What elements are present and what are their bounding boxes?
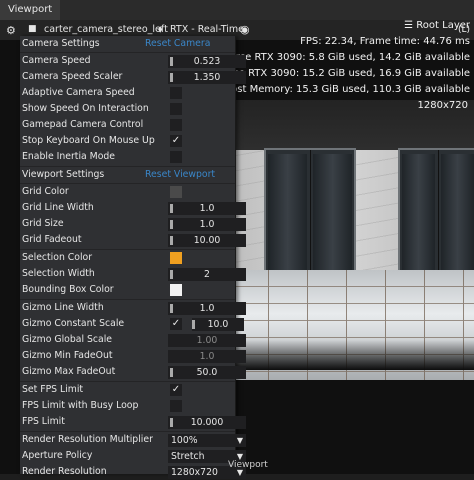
slider-handle[interactable] bbox=[170, 236, 173, 245]
inertia-mode-checkbox[interactable] bbox=[170, 151, 182, 163]
grid-fadeout-slider[interactable]: 10.00 bbox=[168, 234, 246, 247]
root-layer-sub: (L) bbox=[457, 25, 470, 35]
slider-handle[interactable] bbox=[170, 57, 173, 66]
slider-handle[interactable] bbox=[192, 320, 195, 329]
slider-handle[interactable] bbox=[170, 220, 173, 229]
gamepad-camera-row: Gamepad Camera Control bbox=[20, 117, 235, 133]
render-resolution-value: 1280x720 bbox=[171, 467, 218, 478]
gizmo-constant-scale-slider[interactable]: 10.0 bbox=[192, 318, 244, 331]
adaptive-camera-speed-checkbox[interactable] bbox=[170, 87, 182, 99]
selection-width-slider[interactable]: 2 bbox=[168, 268, 246, 281]
viewport-settings-header: Viewport Settings Reset Viewport bbox=[22, 169, 216, 180]
inertia-mode-row: Enable Inertia Mode bbox=[20, 149, 235, 165]
viewport-settings-panel: Camera Settings Reset Camera Camera Spee… bbox=[20, 36, 246, 479]
fps-busy-loop-checkbox[interactable] bbox=[170, 400, 182, 412]
gizmo-constant-scale-checkbox[interactable]: ✓ bbox=[170, 318, 182, 330]
grid-color-row: Grid Color bbox=[20, 184, 235, 200]
gizmo-line-width-slider[interactable]: 1.0 bbox=[168, 302, 246, 315]
render-res-multiplier-row: Render Resolution Multiplier 100% ▼ bbox=[20, 432, 246, 448]
grid-line-width-row: Grid Line Width 1.0 bbox=[20, 200, 246, 216]
grid-size-slider[interactable]: 1.0 bbox=[168, 218, 246, 231]
show-speed-row: Show Speed On Interaction bbox=[20, 101, 235, 117]
selection-width-row: Selection Width 2 bbox=[20, 266, 246, 282]
window-titlebar: Viewport bbox=[0, 0, 474, 21]
set-fps-limit-checkbox[interactable]: ✓ bbox=[170, 384, 182, 396]
chevron-down-icon: ▼ bbox=[236, 436, 243, 445]
slider-handle[interactable] bbox=[170, 270, 173, 279]
bounding-box-color-row: Bounding Box Color bbox=[20, 282, 235, 298]
viewport-tab[interactable]: Viewport bbox=[0, 0, 61, 20]
camera-selector[interactable]: carter_camera_stereo_left bbox=[44, 24, 168, 35]
fps-limit-slider[interactable]: 10.000 bbox=[168, 416, 246, 429]
camera-speed-slider[interactable]: 0.523 bbox=[168, 55, 246, 68]
render-res-multiplier-value: 100% bbox=[171, 435, 198, 446]
gizmo-max-fadeout-slider[interactable]: 50.0 bbox=[168, 366, 246, 379]
gamepad-camera-checkbox[interactable] bbox=[170, 119, 182, 131]
aperture-policy-row: Aperture Policy Stretch ▼ bbox=[20, 448, 246, 464]
gizmo-global-scale-row: Gizmo Global Scale 1.00 bbox=[20, 332, 246, 348]
slider-handle[interactable] bbox=[170, 418, 173, 427]
show-speed-checkbox[interactable] bbox=[170, 103, 182, 115]
gizmo-line-width-row: Gizmo Line Width 1.0 bbox=[20, 300, 246, 316]
gizmo-global-scale-slider[interactable]: 1.00 bbox=[168, 334, 246, 347]
camera-speed-scaler-slider[interactable]: 1.350 bbox=[168, 71, 246, 84]
reset-camera-button[interactable]: Reset Camera bbox=[145, 38, 210, 49]
selection-color-row: Selection Color bbox=[20, 250, 235, 266]
fps-limit-row: FPS Limit 10.000 bbox=[20, 414, 246, 430]
render-res-multiplier-select[interactable]: 100% ▼ bbox=[168, 434, 246, 447]
grid-fadeout-row: Grid Fadeout 10.00 bbox=[20, 232, 246, 248]
camera-settings-header: Camera Settings Reset Camera bbox=[22, 38, 211, 49]
grid-color-swatch[interactable] bbox=[170, 186, 182, 198]
adaptive-camera-speed-row: Adaptive Camera Speed bbox=[20, 85, 235, 101]
slider-handle[interactable] bbox=[170, 368, 173, 377]
gear-icon[interactable]: ⚙ bbox=[6, 24, 16, 37]
reset-viewport-button[interactable]: Reset Viewport bbox=[145, 169, 215, 180]
fps-busy-loop-row: FPS Limit with Busy Loop bbox=[20, 398, 235, 414]
set-fps-limit-row: Set FPS Limit ✓ bbox=[22, 384, 182, 396]
slider-handle[interactable] bbox=[170, 204, 173, 213]
stop-keyboard-row: Stop Keyboard On Mouse Up ✓ bbox=[22, 135, 182, 147]
render-resolution-row: Render Resolution 1280x720 ▼ bbox=[20, 464, 246, 480]
bottom-viewport-tab[interactable]: Viewport bbox=[228, 460, 268, 470]
stop-keyboard-checkbox[interactable]: ✓ bbox=[170, 135, 182, 147]
gizmo-constant-scale-row: Gizmo Constant Scale ✓ 10.0 bbox=[20, 316, 244, 332]
grid-line-width-slider[interactable]: 1.0 bbox=[168, 202, 246, 215]
selection-color-swatch[interactable] bbox=[170, 252, 182, 264]
gizmo-max-fadeout-row: Gizmo Max FadeOut 50.0 bbox=[20, 364, 246, 380]
slider-handle[interactable] bbox=[170, 73, 173, 82]
gizmo-min-fadeout-row: Gizmo Min FadeOut 1.0 bbox=[20, 348, 246, 364]
gizmo-min-fadeout-slider[interactable]: 1.0 bbox=[168, 350, 246, 363]
bounding-box-color-swatch[interactable] bbox=[170, 284, 182, 296]
aperture-policy-value: Stretch bbox=[171, 451, 205, 462]
renderer-icon: ⬧ bbox=[158, 24, 163, 35]
grid-size-row: Grid Size 1.0 bbox=[20, 216, 246, 232]
scene-shadow bbox=[230, 340, 474, 370]
camera-speed-scaler-row: Camera Speed Scaler 1.350 bbox=[20, 69, 246, 85]
camera-speed-row: Camera Speed 0.523 bbox=[20, 53, 246, 69]
slider-handle[interactable] bbox=[170, 304, 173, 313]
camera-icon: ■ bbox=[28, 24, 37, 34]
